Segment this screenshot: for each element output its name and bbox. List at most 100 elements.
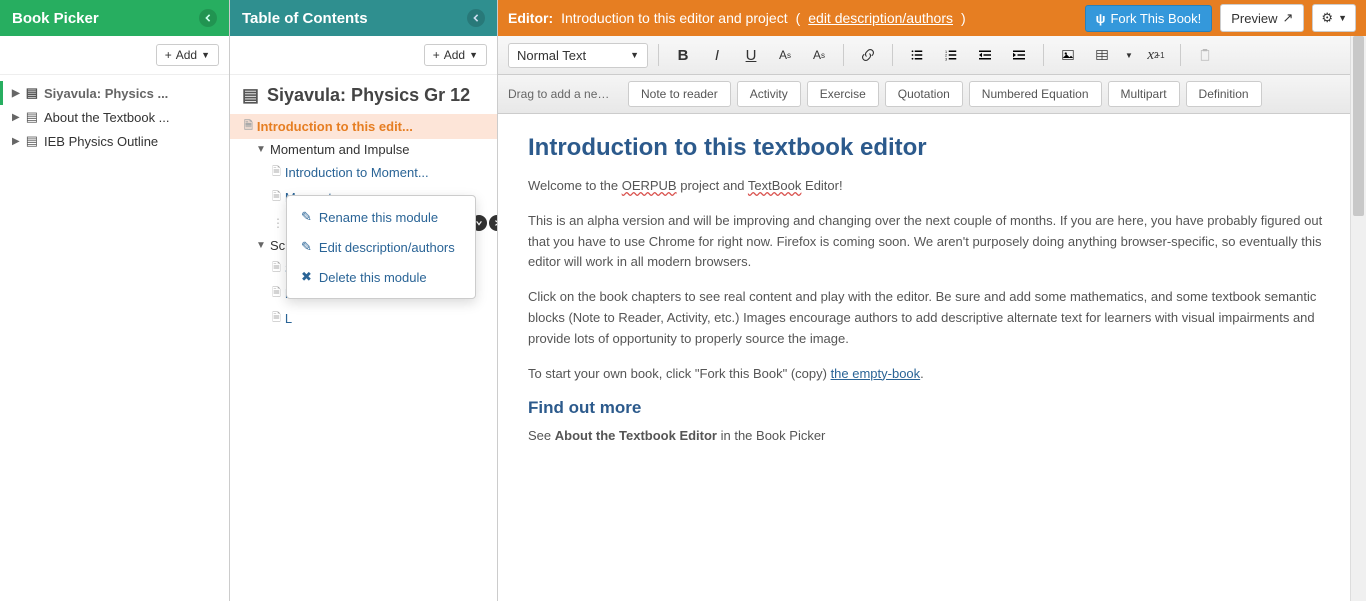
preview-button[interactable]: Preview ↗ bbox=[1220, 4, 1304, 32]
pencil-icon: ✎ bbox=[301, 209, 312, 225]
caret-down-icon: ▼ bbox=[201, 50, 210, 60]
indent-button[interactable] bbox=[1005, 42, 1033, 68]
fork-book-button[interactable]: ψ Fork This Book! bbox=[1085, 5, 1213, 32]
caret-right-icon: ▶ bbox=[12, 88, 20, 99]
picker-item-siyavula[interactable]: ▶ ▤ Siyavula: Physics ... bbox=[0, 81, 229, 105]
file-icon: 🗎 bbox=[272, 188, 281, 207]
underline-button[interactable]: U bbox=[737, 42, 765, 68]
toc-item-label: Introduction to this edit... bbox=[257, 119, 413, 134]
collapse-picker-icon[interactable] bbox=[199, 9, 217, 27]
table-dropdown[interactable]: ▼ bbox=[1122, 42, 1136, 68]
ul-icon bbox=[911, 49, 923, 61]
toc-book-title: Siyavula: Physics Gr 12 bbox=[267, 85, 470, 106]
picker-item-ieb[interactable]: ▶ ▤ IEB Physics Outline bbox=[0, 129, 229, 153]
image-button[interactable] bbox=[1054, 42, 1082, 68]
editor-body[interactable]: Introduction to this textbook editor Wel… bbox=[498, 114, 1366, 601]
content-paragraph[interactable]: Welcome to the OERPUB project and TextBo… bbox=[528, 176, 1336, 197]
caret-right-icon: ▶ bbox=[12, 136, 20, 147]
picker-add-label: Add bbox=[176, 48, 197, 62]
italic-button[interactable]: I bbox=[703, 42, 731, 68]
content-heading[interactable]: Introduction to this textbook editor bbox=[528, 134, 1336, 162]
comp-note-to-reader[interactable]: Note to reader bbox=[628, 81, 731, 107]
toc-add-button[interactable]: + Add ▼ bbox=[424, 44, 487, 66]
editor-panel: Editor: Introduction to this editor and … bbox=[498, 0, 1366, 601]
comp-quotation[interactable]: Quotation bbox=[885, 81, 963, 107]
book-icon: ▤ bbox=[242, 85, 259, 106]
content-paragraph[interactable]: To start your own book, click "Fork this… bbox=[528, 364, 1336, 385]
editor-document-title: Introduction to this editor and project bbox=[561, 10, 787, 26]
toc-item-intro[interactable]: 🗎 Introduction to this edit... bbox=[230, 114, 497, 139]
image-icon bbox=[1062, 49, 1074, 61]
link-button[interactable] bbox=[854, 42, 882, 68]
menu-item-label: Delete this module bbox=[319, 270, 427, 285]
caret-down-icon: ▼ bbox=[256, 144, 266, 155]
toc-item-l[interactable]: 🗎 L bbox=[230, 306, 497, 331]
toc-title: Table of Contents bbox=[242, 10, 368, 27]
spellcheck-word: OERPUB bbox=[622, 178, 677, 193]
menu-edit-description[interactable]: ✎ Edit description/authors bbox=[287, 232, 475, 262]
toc-context-menu: ✎ Rename this module ✎ Edit description/… bbox=[286, 195, 476, 299]
link-icon bbox=[862, 49, 874, 61]
comp-exercise[interactable]: Exercise bbox=[807, 81, 879, 107]
comp-activity[interactable]: Activity bbox=[737, 81, 801, 107]
plus-icon: + bbox=[165, 48, 172, 62]
book-icon: ▤ bbox=[26, 109, 38, 125]
equation-button[interactable]: x2+1 bbox=[1142, 42, 1170, 68]
plus-icon: + bbox=[433, 48, 440, 62]
file-icon: 🗎 bbox=[272, 163, 281, 182]
preview-label: Preview bbox=[1231, 11, 1277, 26]
picker-item-label: IEB Physics Outline bbox=[44, 134, 158, 149]
editor-label: Editor: bbox=[508, 10, 553, 26]
toc-book-header: ▤ Siyavula: Physics Gr 12 bbox=[230, 75, 497, 114]
content-subheading[interactable]: Find out more bbox=[528, 398, 1336, 418]
comp-multipart[interactable]: Multipart bbox=[1108, 81, 1180, 107]
comp-numbered-equation[interactable]: Numbered Equation bbox=[969, 81, 1102, 107]
toc-item-momentum-impulse[interactable]: ▼ Momentum and Impulse bbox=[230, 139, 497, 160]
book-picker-header: Book Picker bbox=[0, 0, 229, 36]
fork-icon: ψ bbox=[1096, 11, 1106, 26]
formatting-toolbar: Normal Text ▼ B I U As As 123 bbox=[498, 36, 1366, 75]
toc-item-intro-momentum[interactable]: 🗎 Introduction to Moment... bbox=[230, 160, 497, 185]
collapse-toc-icon[interactable] bbox=[467, 9, 485, 27]
picker-item-label: Siyavula: Physics ... bbox=[44, 86, 168, 101]
ordered-list-button[interactable]: 123 bbox=[937, 42, 965, 68]
comp-definition[interactable]: Definition bbox=[1186, 81, 1262, 107]
empty-book-link[interactable]: the empty-book bbox=[831, 366, 921, 381]
toc-item-label: Momentum and Impulse bbox=[270, 142, 409, 157]
content-paragraph[interactable]: Click on the book chapters to see real c… bbox=[528, 287, 1336, 349]
picker-item-label: About the Textbook ... bbox=[44, 110, 170, 125]
row-goto-icon[interactable] bbox=[489, 215, 497, 231]
settings-button[interactable]: ⚙ ▼ bbox=[1312, 4, 1356, 32]
menu-item-label: Edit description/authors bbox=[319, 240, 455, 255]
table-button[interactable] bbox=[1088, 42, 1116, 68]
drag-hint: Drag to add a new ... bbox=[508, 87, 618, 101]
file-icon: 🗎 bbox=[272, 309, 281, 328]
indent-icon bbox=[1013, 49, 1025, 61]
format-select[interactable]: Normal Text ▼ bbox=[508, 43, 648, 68]
caret-down-icon: ▼ bbox=[1338, 13, 1347, 23]
content-paragraph[interactable]: This is an alpha version and will be imp… bbox=[528, 211, 1336, 273]
edit-description-link[interactable]: edit description/authors bbox=[808, 10, 953, 26]
unordered-list-button[interactable] bbox=[903, 42, 931, 68]
scrollbar-thumb[interactable] bbox=[1353, 36, 1364, 216]
superscript-button[interactable]: As bbox=[771, 42, 799, 68]
outdent-button[interactable] bbox=[971, 42, 999, 68]
clipboard-icon bbox=[1199, 49, 1211, 61]
picker-add-button[interactable]: + Add ▼ bbox=[156, 44, 219, 66]
content-paragraph[interactable]: See About the Textbook Editor in the Boo… bbox=[528, 426, 1336, 447]
toc-add-row: + Add ▼ bbox=[230, 36, 497, 75]
menu-delete-module[interactable]: ✖ Delete this module bbox=[287, 262, 475, 292]
bold-button[interactable]: B bbox=[669, 42, 697, 68]
spellcheck-word: TextBook bbox=[748, 178, 801, 193]
editor-scrollbar[interactable] bbox=[1350, 36, 1366, 601]
caret-right-icon: ▶ bbox=[12, 112, 20, 123]
paste-button[interactable] bbox=[1191, 42, 1219, 68]
picker-item-about[interactable]: ▶ ▤ About the Textbook ... bbox=[0, 105, 229, 129]
menu-rename-module[interactable]: ✎ Rename this module bbox=[287, 202, 475, 232]
caret-down-icon: ▼ bbox=[630, 50, 639, 60]
book-picker-panel: Book Picker + Add ▼ ▶ ▤ Siyavula: Physic… bbox=[0, 0, 230, 601]
editor-paren-open: ( bbox=[796, 10, 801, 26]
pencil-icon: ✎ bbox=[301, 239, 312, 255]
subscript-button[interactable]: As bbox=[805, 42, 833, 68]
toc-header-bar: Table of Contents bbox=[230, 0, 497, 36]
